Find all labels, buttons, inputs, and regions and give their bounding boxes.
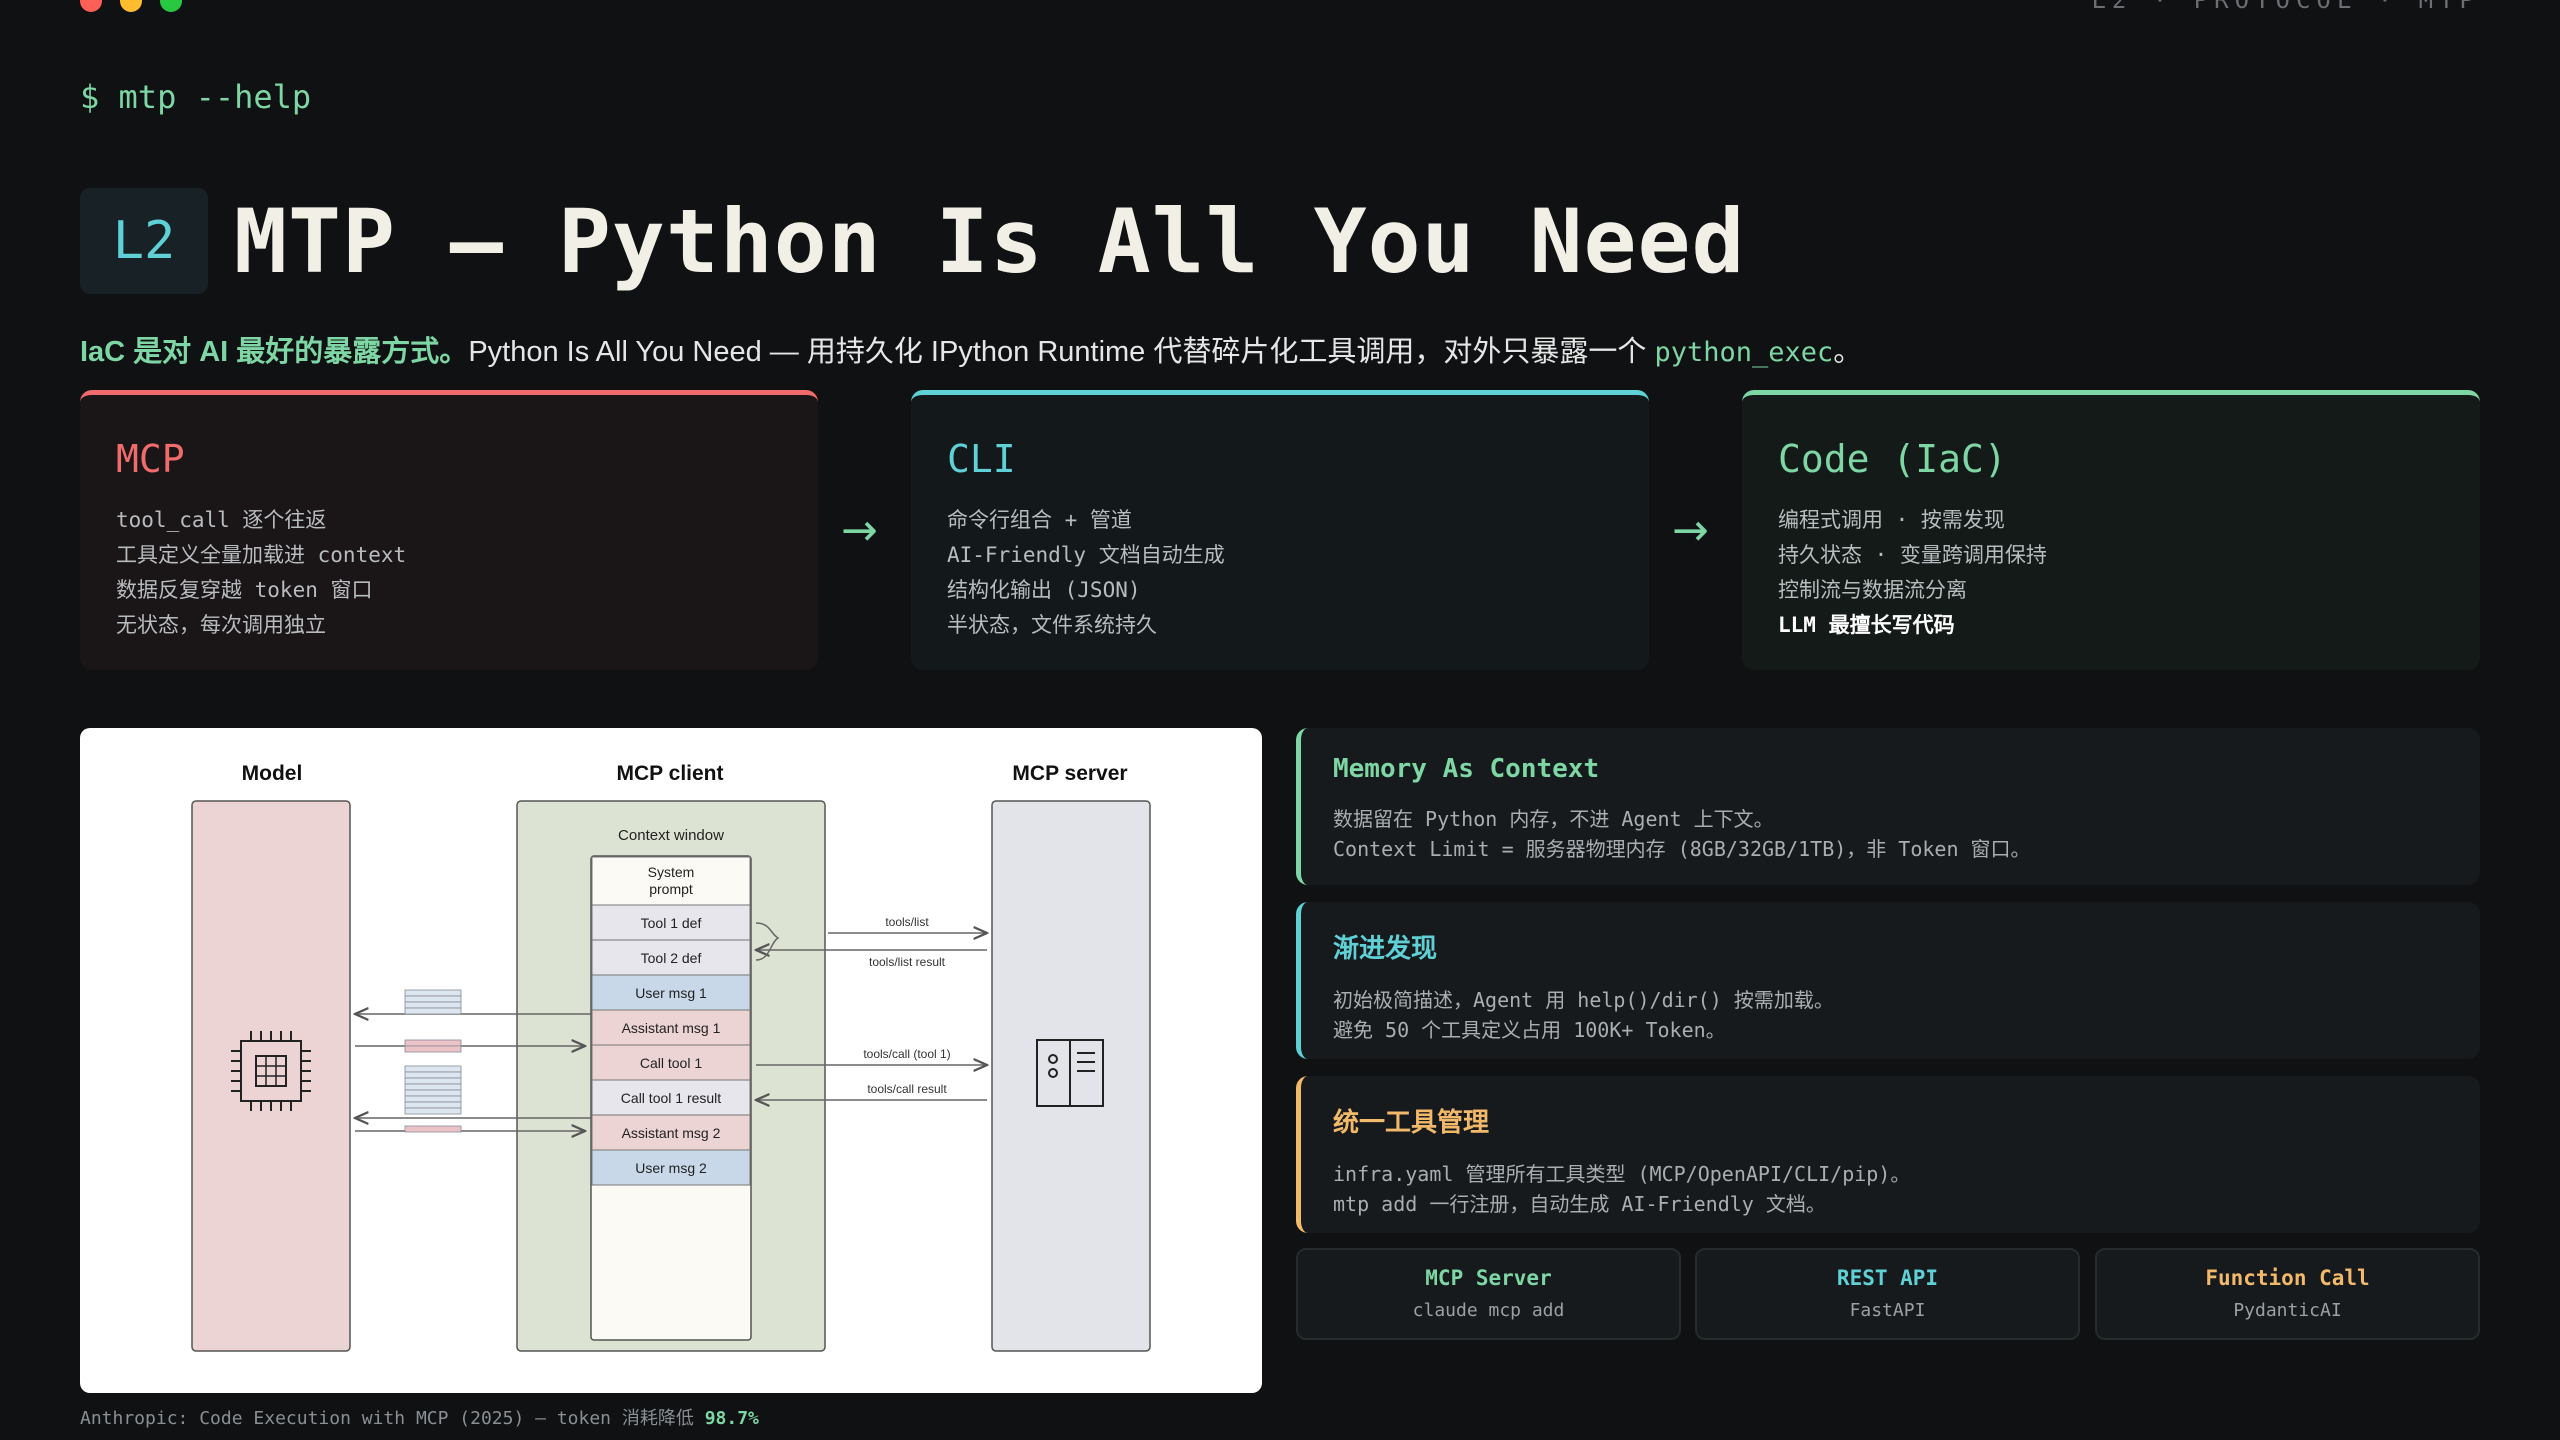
context-slot-label: Tool 2 def [641, 950, 702, 966]
token-block [404, 1071, 462, 1079]
section-label: L2 · PROTOCOL · MTP [2091, 0, 2480, 14]
chip-sub: FastAPI [1849, 1300, 1926, 1321]
feature-title: 渐进发现 [1333, 934, 1438, 964]
chip-name: REST API [1836, 1266, 1939, 1290]
context-slot-label: Tool 1 def [641, 915, 702, 931]
window-controls [80, 0, 182, 12]
context-slots: Systemprompt Tool 1 def Tool 2 def User msg… [591, 856, 751, 1186]
close-dot[interactable] [80, 0, 102, 12]
chip-sub: claude mcp add [1412, 1300, 1565, 1321]
token-block [404, 1077, 462, 1085]
card-line: 无状态，每次调用独立 [116, 613, 326, 637]
subtitle: IaC 是对 AI 最好的暴露方式。Python Is All You Need… [80, 328, 1862, 370]
token-block [404, 1107, 462, 1115]
title-row: L2 MTP — Python Is All You Need [80, 188, 1745, 294]
token-block [404, 1101, 462, 1109]
token-block [404, 1125, 462, 1133]
card-line: 工具定义全量加载进 context [116, 543, 407, 567]
feature-title: Memory As Context [1333, 754, 1600, 784]
context-slot-label: Call tool 1 [640, 1055, 702, 1071]
token-block [404, 1089, 462, 1097]
card-title: MCP [116, 437, 185, 481]
context-slot-label: Call tool 1 result [621, 1090, 721, 1106]
subtitle-end: 。 [1833, 336, 1863, 368]
mcp-diagram-svg: Model MCP client MCP server Context wind… [191, 762, 1151, 1352]
card-line: LLM 最擅长写代码 [1778, 613, 1955, 637]
feature-title: 统一工具管理 [1333, 1108, 1490, 1138]
chip-function-call[interactable]: Function Call PydanticAI [2095, 1248, 2480, 1340]
flow-label: tools/list [885, 915, 929, 929]
context-slot-label: prompt [649, 881, 693, 897]
card-title: Code (IaC) [1778, 437, 2007, 481]
card-line: 持久状态 · 变量跨调用保持 [1778, 543, 2047, 567]
context-slot-label: Assistant msg 2 [622, 1125, 721, 1141]
chip-rest-api[interactable]: REST API FastAPI [1695, 1248, 2080, 1340]
token-block [404, 989, 462, 997]
feature-line: infra.yaml 管理所有工具类型 (MCP/OpenAPI/CLI/pip… [1333, 1162, 1911, 1186]
card-line: 编程式调用 · 按需发现 [1778, 508, 2005, 532]
command-prompt: $ mtp --help [80, 78, 312, 116]
token-block [404, 1065, 462, 1073]
figure-caption: Anthropic: Code Execution with MCP (2025… [80, 1404, 759, 1430]
context-slot-label: Assistant msg 1 [622, 1020, 721, 1036]
arrow-right-icon: → [1672, 505, 1709, 556]
token-block [404, 995, 462, 1003]
token-block [404, 1095, 462, 1103]
page-title: MTP — Python Is All You Need [234, 189, 1746, 293]
context-slot-label: User msg 2 [635, 1160, 707, 1176]
level-badge: L2 [80, 188, 208, 294]
card-line: 结构化输出 (JSON) [947, 578, 1141, 602]
card-mcp: MCP tool_call 逐个往返 工具定义全量加载进 context 数据反… [80, 390, 818, 670]
feature-progressive-discovery: 渐进发现 初始极简描述，Agent 用 help()/dir() 按需加载。 避… [1296, 902, 2480, 1059]
token-block [404, 1039, 462, 1047]
flow-label: tools/call (tool 1) [863, 1047, 950, 1061]
feature-line: 数据留在 Python 内存，不进 Agent 上下文。 [1333, 807, 1774, 831]
column-label-server: MCP server [1012, 762, 1127, 785]
token-block [404, 1045, 462, 1053]
card-title: CLI [947, 437, 1016, 481]
flow-label: tools/call result [867, 1082, 947, 1096]
token-block [404, 1001, 462, 1009]
feature-line: Context Limit = 服务器物理内存 (8GB/32GB/1TB)，非… [1333, 837, 2031, 861]
column-label-model: Model [242, 762, 303, 785]
caption-text: Anthropic: Code Execution with MCP (2025… [80, 1408, 705, 1429]
feature-line: 初始极简描述，Agent 用 help()/dir() 按需加载。 [1333, 988, 1834, 1012]
chip-sub: PydanticAI [2233, 1300, 2342, 1321]
caption-value: 98.7% [704, 1408, 759, 1429]
subtitle-code: python_exec [1654, 337, 1834, 368]
chip-mcp-server[interactable]: MCP Server claude mcp add [1296, 1248, 1681, 1340]
feature-line: 避免 50 个工具定义占用 100K+ Token。 [1333, 1018, 1726, 1042]
token-block [404, 1083, 462, 1091]
chip-name: MCP Server [1425, 1266, 1552, 1290]
card-line: 控制流与数据流分离 [1778, 578, 1967, 602]
column-label-client: MCP client [617, 762, 724, 785]
token-block [404, 1007, 462, 1015]
maximize-dot[interactable] [160, 0, 182, 12]
feature-memory-as-context: Memory As Context 数据留在 Python 内存，不进 Agen… [1296, 728, 2480, 885]
flow-label: tools/list result [869, 955, 946, 969]
chip-name: Function Call [2205, 1266, 2370, 1290]
card-line: 数据反复穿越 token 窗口 [116, 578, 373, 602]
card-code: Code (IaC) 编程式调用 · 按需发现 持久状态 · 变量跨调用保持 控… [1742, 390, 2480, 670]
minimize-dot[interactable] [120, 0, 142, 12]
card-line: 半状态，文件系统持久 [947, 613, 1157, 637]
subtitle-text: Python Is All You Need — 用持久化 IPython Ru… [468, 336, 1655, 368]
feature-unified-tool-management: 统一工具管理 infra.yaml 管理所有工具类型 (MCP/OpenAPI/… [1296, 1076, 2480, 1233]
subtitle-highlight: IaC 是对 AI 最好的暴露方式。 [80, 336, 469, 368]
context-slot-label: User msg 1 [635, 985, 707, 1001]
mcp-diagram: Model MCP client MCP server Context wind… [80, 728, 1262, 1393]
context-window-label: Context window [618, 827, 724, 844]
arrow-right-icon: → [841, 505, 878, 556]
card-cli: CLI 命令行组合 + 管道 AI-Friendly 文档自动生成 结构化输出 … [911, 390, 1649, 670]
card-line: AI-Friendly 文档自动生成 [947, 543, 1225, 567]
card-line: 命令行组合 + 管道 [947, 508, 1132, 532]
feature-line: mtp add 一行注册，自动生成 AI-Friendly 文档。 [1333, 1192, 1826, 1216]
card-line: tool_call 逐个往返 [116, 508, 327, 532]
context-slot-label: System [648, 864, 695, 880]
